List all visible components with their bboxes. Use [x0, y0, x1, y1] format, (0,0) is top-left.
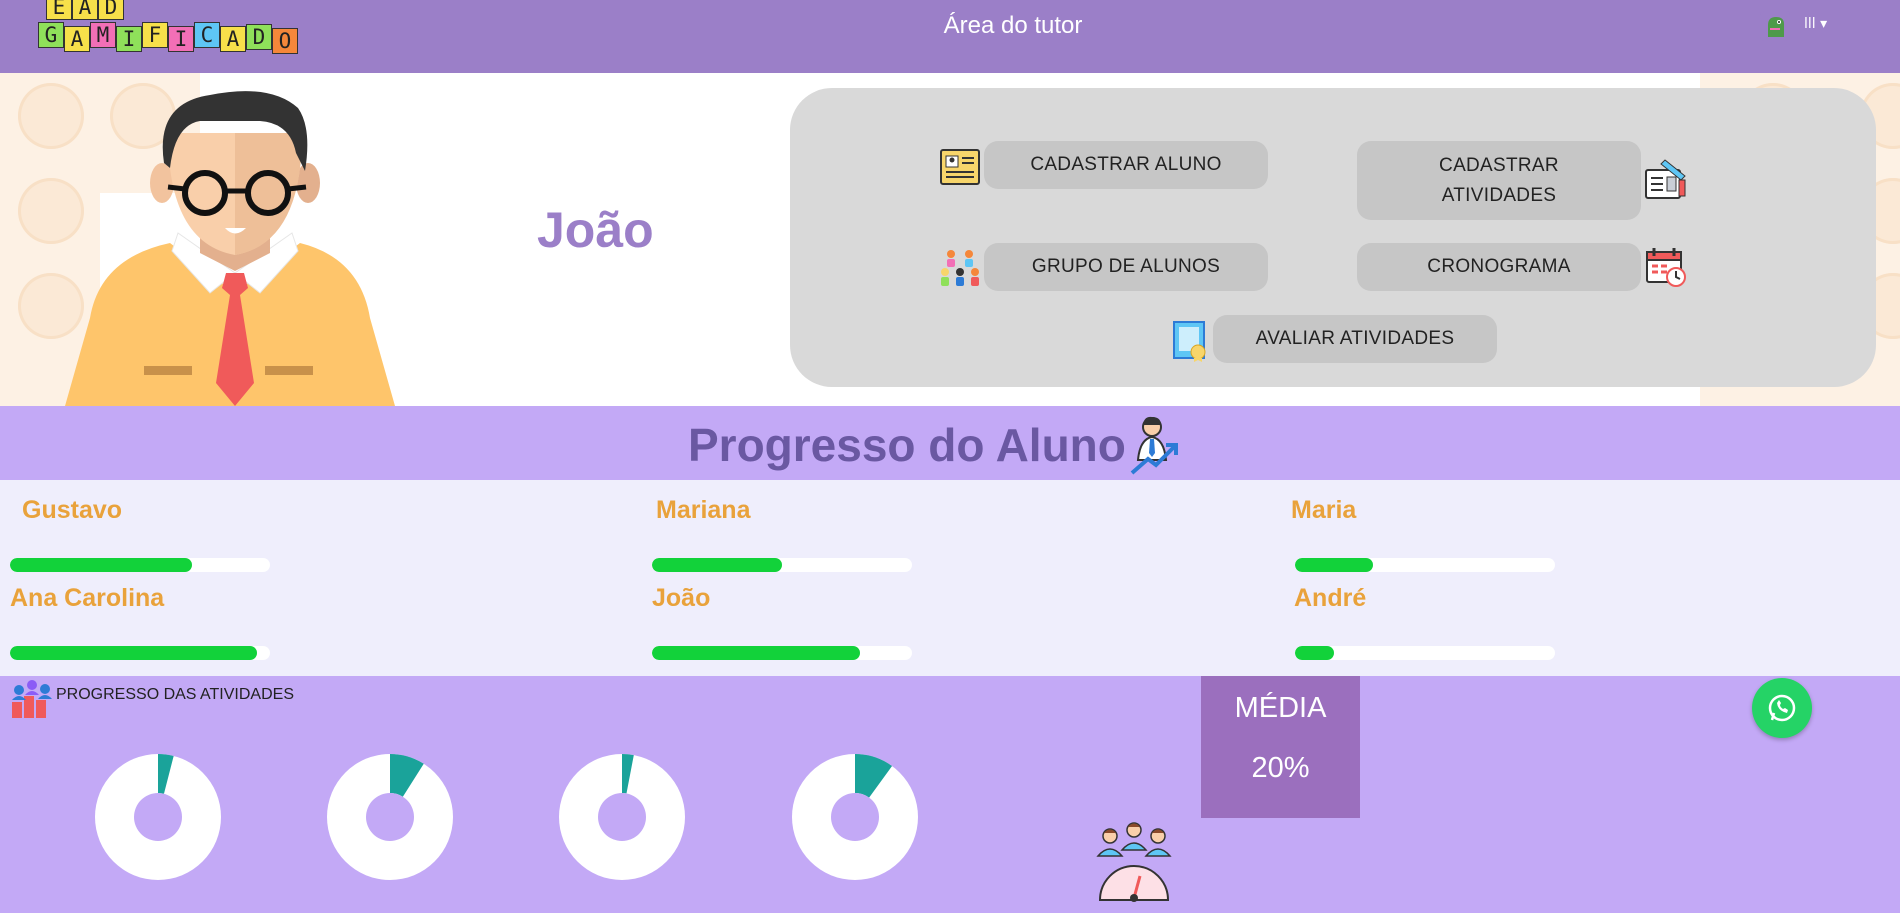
progress-track: [1295, 646, 1555, 660]
progress-track: [1295, 558, 1555, 572]
student-name: Ana Carolina: [10, 584, 165, 612]
whatsapp-button[interactable]: [1752, 678, 1812, 738]
tutor-hero: João CADASTRAR ALUNO CADASTRAR ATIVIDADE…: [0, 73, 1900, 406]
student-group-icon: [941, 250, 979, 286]
student-progress-item: Maria: [1291, 496, 1591, 572]
student-name: Gustavo: [22, 496, 123, 524]
student-progress-title: Progresso do Aluno: [688, 419, 1126, 471]
student-name: André: [1294, 584, 1367, 612]
activity-donut-chart: [95, 754, 221, 880]
user-menu-label: lll: [1804, 16, 1816, 32]
progress-track: [652, 558, 912, 572]
schedule-button[interactable]: CRONOGRAMA: [1357, 243, 1641, 291]
caret-down-icon: ▾: [1820, 16, 1828, 32]
student-progress-header: Progresso do Aluno: [0, 406, 1900, 480]
register-student-button[interactable]: CADASTRAR ALUNO: [984, 141, 1268, 189]
user-menu-toggle[interactable]: lll ▾: [1804, 16, 1827, 32]
progress-fill: [10, 646, 257, 660]
student-name: Mariana: [656, 496, 751, 524]
progress-fill: [652, 558, 782, 572]
student-name: João: [652, 584, 711, 612]
tutor-actions-panel: CADASTRAR ALUNO CADASTRAR ATIVIDADES GRU…: [790, 88, 1876, 387]
register-activities-label-line2: ATIVIDADES: [1441, 184, 1557, 206]
tutor-name: João: [537, 202, 654, 258]
evaluate-activities-button[interactable]: AVALIAR ATIVIDADES: [1213, 315, 1497, 363]
donut-hole: [366, 793, 414, 841]
activity-donut-chart: [792, 754, 918, 880]
average-value: 20%: [1251, 752, 1310, 784]
progress-track: [10, 646, 270, 660]
team-chart-icon: [12, 680, 52, 718]
progress-fill: [652, 646, 860, 660]
donut-hole: [598, 793, 646, 841]
progress-fill: [1295, 558, 1373, 572]
student-group-button[interactable]: GRUPO DE ALUNOS: [984, 243, 1268, 291]
progress-track: [10, 558, 270, 572]
activity-donut-chart: [327, 754, 453, 880]
student-name: Maria: [1291, 496, 1357, 524]
page-title: Área do tutor: [943, 12, 1083, 39]
register-activities-button[interactable]: CADASTRAR ATIVIDADES: [1357, 141, 1641, 220]
dinosaur-avatar-icon[interactable]: [1760, 11, 1790, 41]
teacher-illustration: [65, 91, 395, 406]
activity-donut-chart: [559, 754, 685, 880]
average-label: MÉDIA: [1234, 692, 1327, 724]
group-performance-gauge-icon: [1096, 822, 1172, 902]
progress-fill: [1295, 646, 1334, 660]
activities-progress-section: PROGRESSO DAS ATIVIDADES MÉDIA 20%: [0, 676, 1900, 913]
donut-hole: [134, 793, 182, 841]
student-progress-item: Ana Carolina: [10, 584, 310, 660]
newspaper-pencil-icon: [1645, 159, 1686, 199]
donut-hole: [831, 793, 879, 841]
whatsapp-icon: [1768, 694, 1796, 722]
progress-fill: [10, 558, 192, 572]
calendar-clock-icon: [1646, 248, 1686, 287]
certificate-icon: [1173, 321, 1206, 362]
progress-track: [652, 646, 912, 660]
navbar: E A D G A M I F I C A D O Área do tutor …: [0, 0, 1900, 73]
student-progress-item: Mariana: [652, 496, 956, 572]
student-progress-item: João: [652, 584, 952, 660]
student-progress-list: Gustavo Mariana Maria Ana Carolina João …: [0, 480, 1900, 676]
register-activities-label-line1: CADASTRAR: [1439, 154, 1559, 176]
id-card-icon: [940, 149, 980, 185]
growth-person-icon: [1130, 416, 1178, 475]
student-progress-item: Gustavo: [10, 496, 322, 572]
activities-progress-title: PROGRESSO DAS ATIVIDADES: [56, 686, 294, 703]
average-score-box: MÉDIA 20%: [1201, 676, 1360, 818]
student-progress-item: André: [1294, 584, 1594, 660]
